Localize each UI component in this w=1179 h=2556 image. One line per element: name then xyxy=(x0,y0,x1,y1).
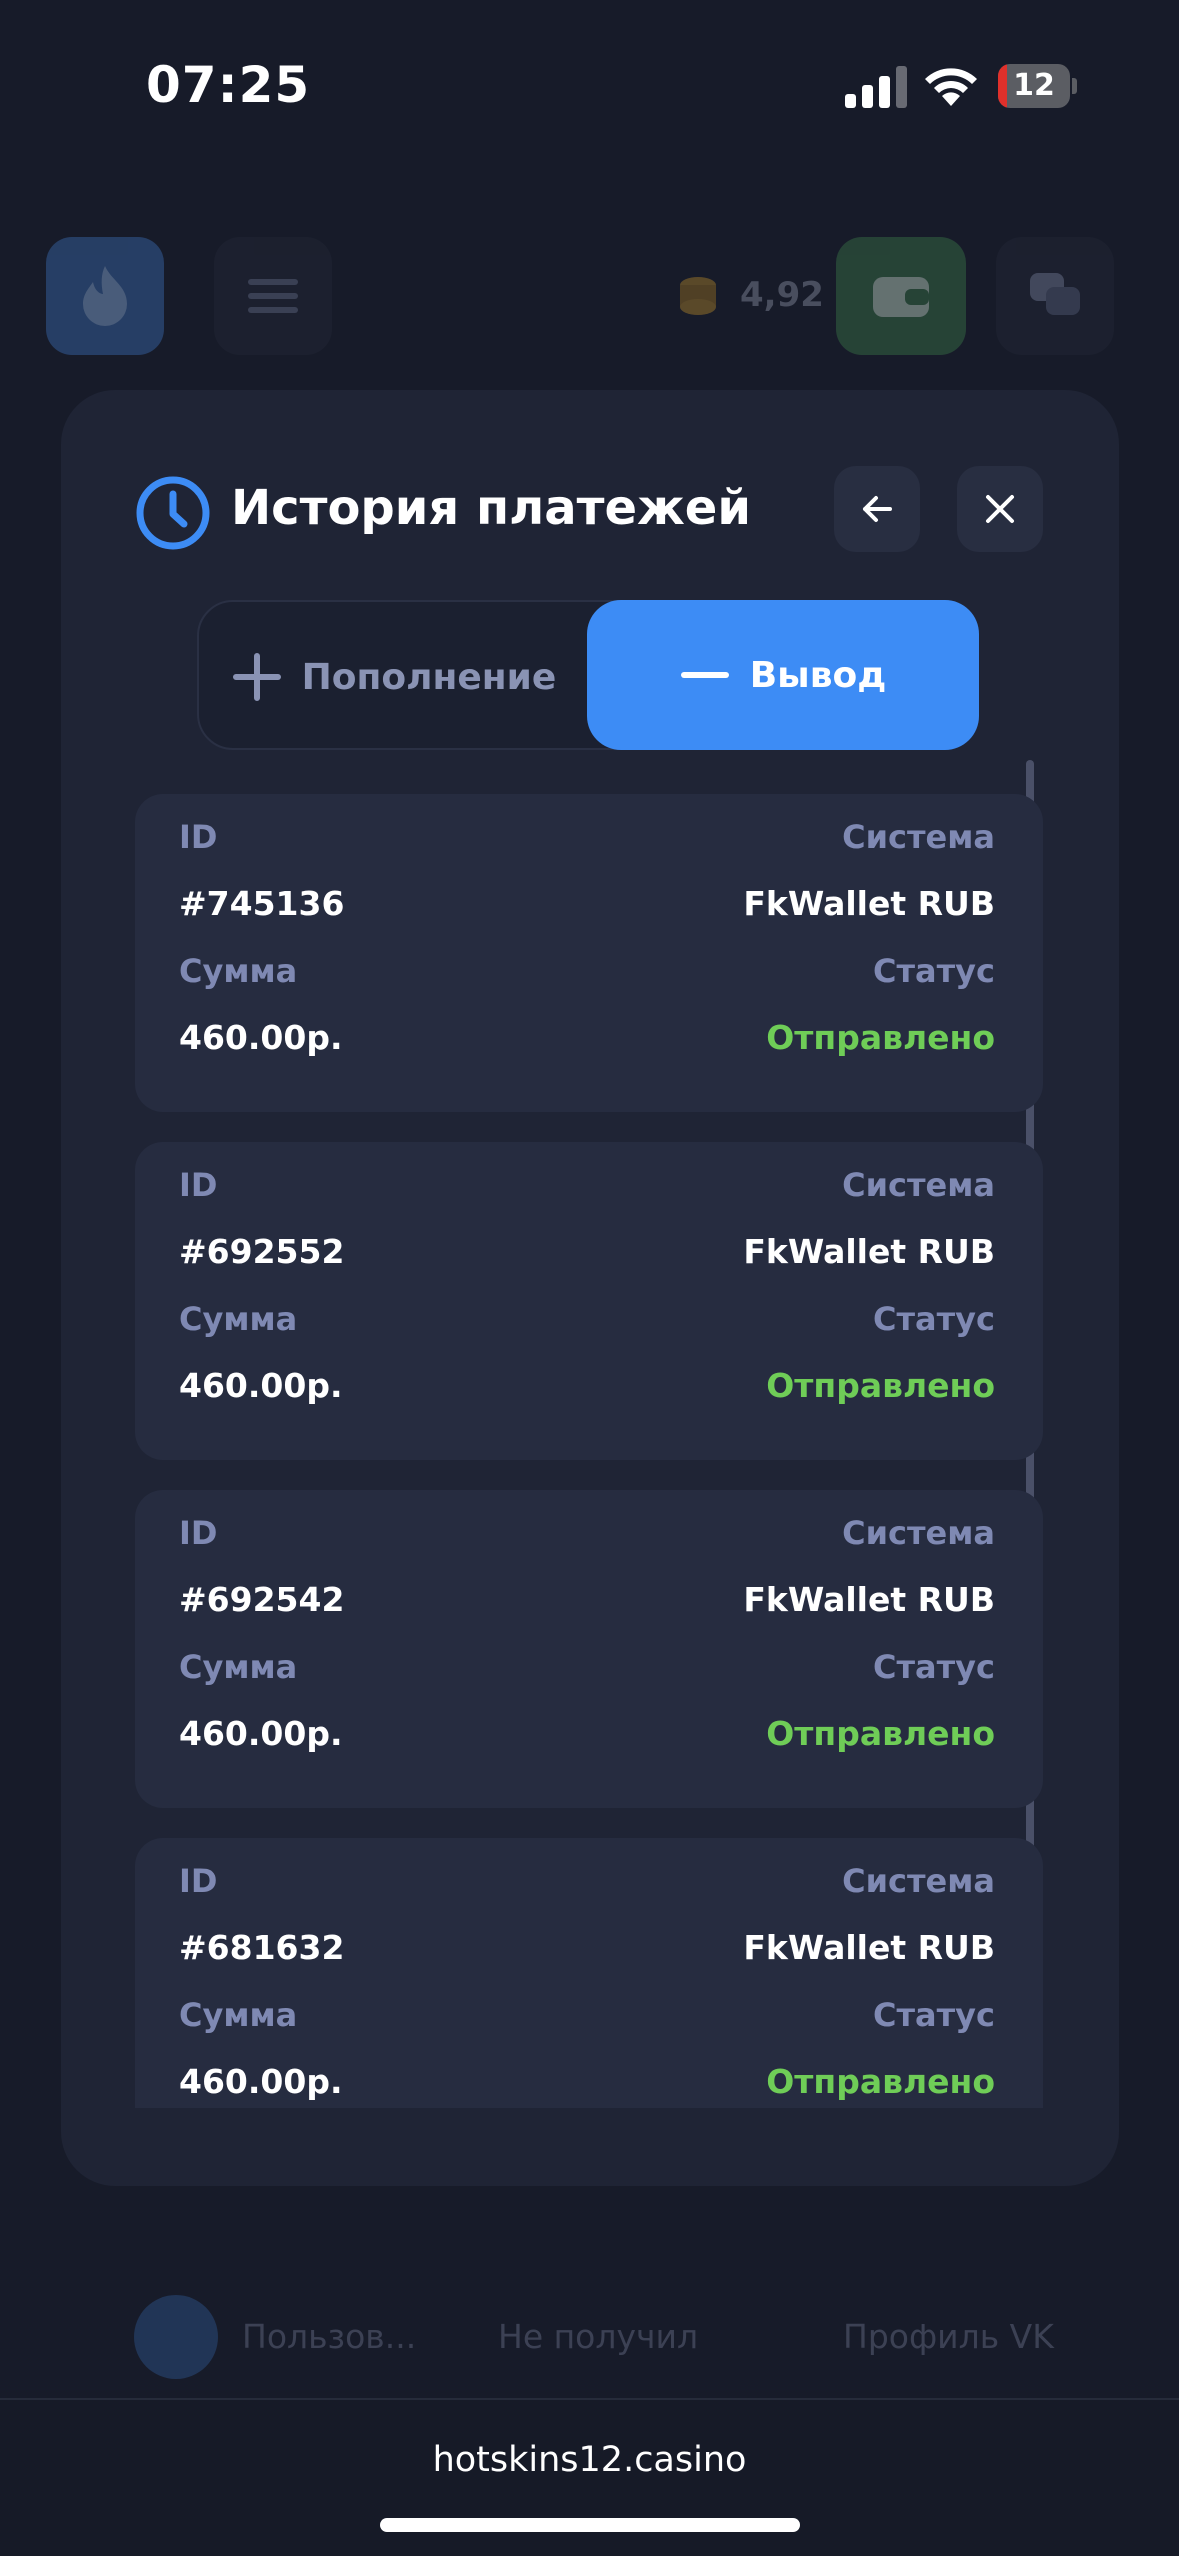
close-icon xyxy=(986,495,1014,523)
payment-status: Отправлено xyxy=(766,1366,995,1405)
background-table-row: Пользов... Не получил Профиль VK xyxy=(0,2295,1179,2395)
payment-id: #681632 xyxy=(179,1928,345,1967)
payment-card: ID Система #745136 FkWallet RUB Сумма Ст… xyxy=(135,794,1043,1112)
id-label: ID xyxy=(179,1862,218,1900)
wallet-button[interactable] xyxy=(836,237,966,355)
hamburger-icon xyxy=(248,271,298,321)
chat-button[interactable] xyxy=(996,237,1114,355)
tab-deposit-label: Пополнение xyxy=(301,656,557,698)
site-logo xyxy=(46,237,164,355)
url-text[interactable]: hotskins12.casino xyxy=(0,2440,1179,2480)
payment-status: Отправлено xyxy=(766,2062,995,2101)
amount-label: Сумма xyxy=(179,1996,298,2034)
payment-id: #692542 xyxy=(179,1580,345,1619)
id-label: ID xyxy=(179,1166,218,1204)
system-label: Система xyxy=(842,1862,995,1900)
payment-amount: 460.00р. xyxy=(179,1018,343,1057)
payment-status: Отправлено xyxy=(766,1714,995,1753)
payment-history-modal: История платежей Пополнение Вывод ID Сис… xyxy=(61,390,1119,2186)
home-indicator[interactable] xyxy=(380,2518,800,2532)
minus-icon xyxy=(680,650,730,700)
payment-amount: 460.00р. xyxy=(179,1366,343,1405)
amount-label: Сумма xyxy=(179,1648,298,1686)
amount-label: Сумма xyxy=(179,952,298,990)
amount-label: Сумма xyxy=(179,1300,298,1338)
id-label: ID xyxy=(179,818,218,856)
screen: 07:25 12 4,92 Пользов... Не получил Проф… xyxy=(0,0,1179,2556)
payment-card: ID Система #692542 FkWallet RUB Сумма Ст… xyxy=(135,1490,1043,1808)
battery-indicator: 12 xyxy=(998,64,1078,108)
wifi-icon xyxy=(925,68,977,106)
payment-card: ID Система #692552 FkWallet RUB Сумма Ст… xyxy=(135,1142,1043,1460)
coins-icon xyxy=(680,277,716,315)
avatar xyxy=(134,2295,218,2379)
payment-type-tabs: Пополнение Вывод xyxy=(197,600,979,752)
payment-id: #745136 xyxy=(179,884,345,923)
plus-icon xyxy=(232,652,282,702)
payment-card: ID Система #681632 FkWallet RUB Сумма Ст… xyxy=(135,1838,1043,2108)
payment-system: FkWallet RUB xyxy=(743,1928,995,1967)
arrow-left-icon xyxy=(863,496,892,522)
payment-system: FkWallet RUB xyxy=(743,884,995,923)
system-label: Система xyxy=(842,818,995,856)
close-button[interactable] xyxy=(957,466,1043,552)
clock-icon xyxy=(136,476,210,550)
wallet-icon xyxy=(873,277,929,317)
status-time: 07:25 xyxy=(146,56,311,114)
battery-level: 12 xyxy=(1013,68,1055,103)
payment-id: #692552 xyxy=(179,1232,345,1271)
payment-list: ID Система #745136 FkWallet RUB Сумма Ст… xyxy=(135,794,1043,2108)
bg-row-status: Не получил xyxy=(498,2317,699,2356)
tab-deposit[interactable]: Пополнение xyxy=(199,602,589,752)
bg-profile-link[interactable]: Профиль VK xyxy=(843,2317,1054,2356)
payment-system: FkWallet RUB xyxy=(743,1232,995,1271)
id-label: ID xyxy=(179,1514,218,1552)
back-button[interactable] xyxy=(834,466,920,552)
menu-button[interactable] xyxy=(214,237,332,355)
balance-value: 4,92 xyxy=(740,275,824,315)
payment-system: FkWallet RUB xyxy=(743,1580,995,1619)
payment-amount: 460.00р. xyxy=(179,2062,343,2101)
payment-amount: 460.00р. xyxy=(179,1714,343,1753)
flame-icon xyxy=(83,266,127,326)
browser-url-bar[interactable]: hotskins12.casino xyxy=(0,2398,1179,2556)
status-bar: 07:25 12 xyxy=(0,0,1179,175)
bg-user-name: Пользов... xyxy=(242,2317,417,2356)
status-label: Статус xyxy=(873,952,995,990)
modal-title: История платежей xyxy=(231,480,751,536)
status-label: Статус xyxy=(873,1300,995,1338)
system-label: Система xyxy=(842,1166,995,1204)
chat-icon xyxy=(1030,273,1080,315)
tab-withdraw-label: Вывод xyxy=(749,654,887,696)
cellular-signal-icon xyxy=(845,66,907,108)
tab-withdraw[interactable]: Вывод xyxy=(587,600,979,750)
system-label: Система xyxy=(842,1514,995,1552)
status-label: Статус xyxy=(873,1648,995,1686)
payment-status: Отправлено xyxy=(766,1018,995,1057)
status-label: Статус xyxy=(873,1996,995,2034)
